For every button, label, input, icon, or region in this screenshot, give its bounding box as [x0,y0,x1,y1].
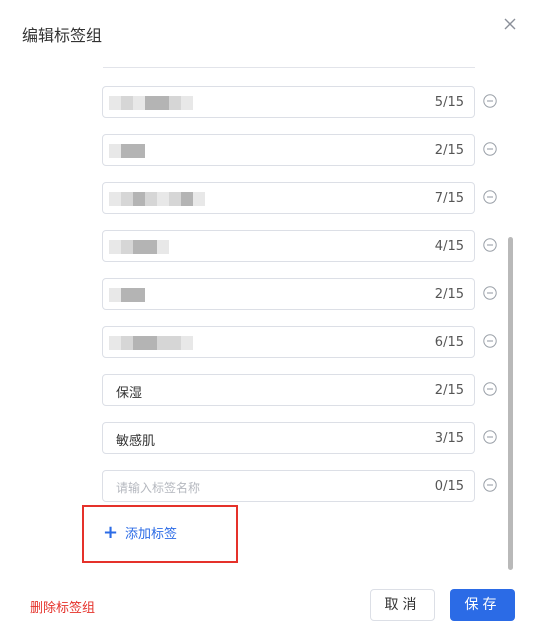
cancel-button[interactable]: 取消 [370,589,435,621]
tag-name-input[interactable]: 4/15 [102,230,475,262]
tag-row: 2/15 [102,134,475,166]
tag-row: 5/15 [102,86,475,118]
char-count: 6/15 [434,335,464,350]
tag-row: 2/15 [102,278,475,310]
char-count: 7/15 [434,191,464,206]
remove-tag-icon[interactable] [483,238,497,252]
char-count: 2/15 [434,143,464,158]
new-tag-row: 请输入标签名称 0/15 [102,470,475,502]
new-tag-input[interactable]: 请输入标签名称 0/15 [102,470,475,502]
plus-icon: + [103,521,119,543]
blurred-tag-name [109,191,205,207]
tag-name-input[interactable]: 6/15 [102,326,475,358]
blurred-tag-name [109,239,169,255]
tag-row: 保湿 2/15 [102,374,475,406]
save-button[interactable]: 保存 [450,589,515,621]
remove-tag-icon[interactable] [483,94,497,108]
tag-row: 4/15 [102,230,475,262]
tag-name: 敏感肌 [116,434,156,449]
remove-tag-icon[interactable] [483,382,497,396]
remove-tag-icon[interactable] [483,430,497,444]
blurred-tag-name [109,335,193,351]
tag-row: 6/15 [102,326,475,358]
char-count: 4/15 [434,239,464,254]
tag-name-input[interactable]: 5/15 [102,86,475,118]
char-count: 2/15 [434,287,464,302]
tag-name-input[interactable]: 7/15 [102,182,475,214]
remove-tag-icon[interactable] [483,478,497,492]
dialog-title: 编辑标签组 [22,26,103,45]
tag-name-input[interactable]: 2/15 [102,278,475,310]
add-tag-button[interactable]: + 添加标签 [103,523,177,542]
partial-tag-row [103,67,475,68]
remove-tag-icon[interactable] [483,334,497,348]
remove-tag-icon[interactable] [483,190,497,204]
tag-row: 敏感肌 3/15 [102,422,475,454]
remove-tag-icon[interactable] [483,142,497,156]
tag-name-input[interactable]: 保湿 2/15 [102,374,475,406]
blurred-tag-name [109,143,145,159]
tag-name-input[interactable]: 2/15 [102,134,475,166]
scrollbar[interactable] [508,237,513,570]
char-count: 2/15 [434,383,464,398]
close-icon[interactable] [500,14,520,34]
delete-tag-group-link[interactable]: 删除标签组 [30,597,95,616]
remove-tag-icon[interactable] [483,286,497,300]
char-count: 0/15 [434,479,464,494]
tag-name-input[interactable]: 敏感肌 3/15 [102,422,475,454]
tag-row: 7/15 [102,182,475,214]
new-tag-placeholder: 请输入标签名称 [116,481,201,495]
blurred-tag-name [109,287,145,303]
char-count: 5/15 [434,95,464,110]
add-tag-label: 添加标签 [125,527,178,542]
blurred-tag-name [109,95,193,111]
tag-name: 保湿 [116,386,143,401]
edit-tag-group-dialog: 编辑标签组 5/15 2/15 7/15 4/15 2/15 6/15 保湿 2… [0,0,533,641]
tag-list[interactable]: 5/15 2/15 7/15 4/15 2/15 6/15 保湿 2/15 敏感… [0,54,533,570]
char-count: 3/15 [434,431,464,446]
